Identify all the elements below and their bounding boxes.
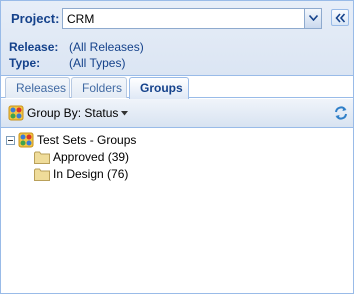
tree-item-label: Approved (39) bbox=[53, 150, 130, 164]
project-combo[interactable]: CRM bbox=[62, 8, 322, 29]
refresh-icon[interactable] bbox=[333, 105, 349, 121]
type-label: Type: bbox=[9, 56, 41, 70]
folder-icon bbox=[34, 151, 50, 164]
tree-root-label: Test Sets - Groups bbox=[37, 133, 137, 147]
tab-folders-label: Folders bbox=[82, 81, 123, 95]
collapse-panel-button[interactable] bbox=[331, 9, 349, 26]
tree-item-label: In Design (76) bbox=[53, 167, 129, 181]
project-label: Project: bbox=[11, 11, 60, 26]
tree-item[interactable]: Approved (39) bbox=[34, 148, 129, 166]
tab-strip: Releases Folders Groups bbox=[1, 77, 353, 99]
tree-root-node[interactable]: Test Sets - Groups bbox=[6, 131, 136, 149]
tree-toolbar: Group By: Status bbox=[1, 99, 353, 128]
tab-groups-label: Groups bbox=[140, 81, 183, 95]
group-icon bbox=[8, 105, 24, 121]
type-value[interactable]: (All Types) bbox=[69, 56, 125, 70]
chevron-down-icon[interactable] bbox=[304, 9, 321, 28]
double-chevron-left-icon bbox=[335, 13, 346, 23]
group-by-label: Group By: Status bbox=[27, 106, 119, 120]
dropdown-arrow-icon bbox=[121, 110, 129, 115]
tab-releases[interactable]: Releases bbox=[5, 77, 70, 98]
tab-groups[interactable]: Groups bbox=[129, 77, 189, 99]
test-sets-panel: Project: CRM Release: (All Releases) Typ… bbox=[0, 0, 354, 294]
release-label: Release: bbox=[9, 40, 59, 54]
collapse-toggle-icon[interactable] bbox=[6, 135, 15, 145]
tab-releases-label: Releases bbox=[16, 81, 67, 95]
filter-header: Project: CRM Release: (All Releases) Typ… bbox=[1, 1, 353, 76]
release-value[interactable]: (All Releases) bbox=[69, 40, 144, 54]
tree-item[interactable]: In Design (76) bbox=[34, 165, 128, 183]
tab-folders[interactable]: Folders bbox=[71, 77, 127, 98]
project-value: CRM bbox=[67, 12, 95, 26]
group-icon bbox=[18, 132, 34, 148]
group-by-button[interactable]: Group By: Status bbox=[5, 103, 131, 123]
folder-icon bbox=[34, 168, 50, 181]
